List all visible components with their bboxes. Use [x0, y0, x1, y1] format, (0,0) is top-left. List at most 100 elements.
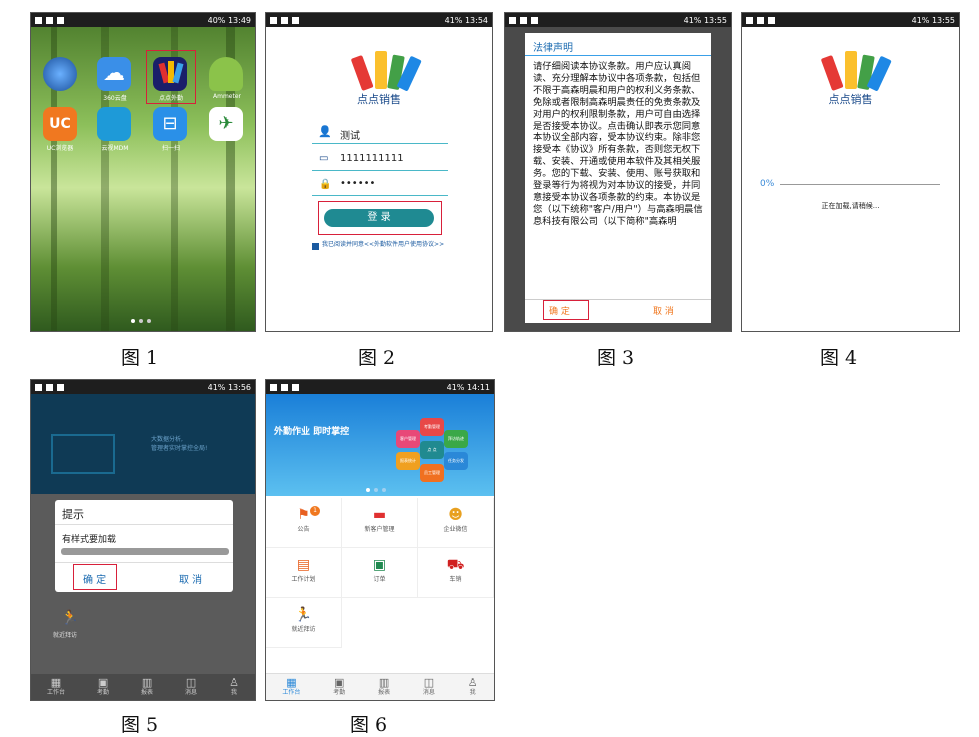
caption: 图 2 [358, 347, 396, 369]
app-name: 点点销售 [357, 93, 401, 106]
cloud-icon[interactable]: ☁ [97, 57, 131, 91]
tab-label: 我 [469, 689, 476, 696]
caption: 图 6 [350, 714, 388, 736]
divider [312, 143, 448, 144]
phone-icon: ▭ [319, 153, 329, 164]
screenshot-login: 41% 13:54 点点销售 👤 测试 ▭ 1111111111 🔒 •••••… [265, 12, 493, 332]
tab-attendance[interactable]: ▣ 考勤 [97, 677, 109, 697]
feature-order[interactable]: ▣ 订单 [342, 548, 418, 598]
feature-car[interactable]: ⛟ 车销 [418, 548, 494, 598]
status-bar: 41% 13:55 [742, 13, 959, 27]
feature-wechat[interactable]: ☻ 企业微信 [418, 498, 494, 548]
tab-me[interactable]: ♙ 我 [468, 677, 478, 697]
reports-icon: ▥ [378, 676, 390, 689]
feature-label: 订单 [373, 576, 386, 583]
hex-task: 任务分发 [444, 452, 468, 470]
clock: 13:54 [464, 15, 488, 25]
feature-plan[interactable]: ▤ 工作计划 [266, 548, 342, 598]
progress-bar [780, 184, 940, 185]
agree-checkbox[interactable] [312, 243, 319, 250]
tab-attendance[interactable]: ▣ 考勤 [333, 677, 345, 697]
notification-badge: 1 [310, 506, 320, 516]
tab-label: 考勤 [97, 689, 110, 696]
hex-diagram: 考勤管理 拜访轨迹 客户管理 任务分发 报表统计 员工管理 点 点 [394, 418, 470, 484]
cancel-button[interactable]: 取 消 [653, 304, 674, 317]
battery-level: 41% [446, 382, 465, 392]
workbench-icon: ▦ [286, 676, 297, 689]
attendance-icon: ▣ [97, 676, 109, 689]
app-logo-icon [820, 49, 892, 92]
username-field[interactable]: 测试 [340, 127, 360, 142]
highlight-box [543, 300, 589, 320]
plan-icon: ▤ [296, 557, 311, 573]
divider [312, 195, 448, 196]
mdm-icon[interactable] [97, 107, 131, 141]
prompt-dialog: 提示 有样式要加载 确 定 取 消 [55, 500, 233, 592]
divider [55, 524, 233, 525]
hex-customer: 客户管理 [396, 430, 420, 448]
lock-icon: 🔒 [319, 179, 332, 190]
tab-label: 工作台 [47, 689, 66, 696]
tab-reports[interactable]: ▥ 报表 [378, 677, 390, 697]
device-illustration-icon [51, 434, 115, 474]
tab-reports[interactable]: ▥ 报表 [141, 677, 153, 697]
battery-level: 41% [911, 15, 930, 25]
feature-visit[interactable]: 🏃 就近拜访 [266, 598, 342, 648]
messages-icon: ◫ [185, 676, 197, 689]
tab-bar: ▦ 工作台 ▣ 考勤 ▥ 报表 ◫ 消息 ♙ 我 [31, 674, 255, 700]
phone-field[interactable]: 1111111111 [340, 153, 404, 164]
dialog-body: 请仔细阅读本协议条款。用户应认真阅读、充分理解本协议中各项条款，包括但不限于高森… [533, 61, 703, 227]
highlight-box [73, 564, 117, 590]
walk-icon[interactable]: 🏃 [61, 610, 78, 626]
new-customer-icon: ▬ [372, 507, 387, 523]
uc-icon[interactable]: UC [43, 107, 77, 141]
cancel-button[interactable]: 取 消 [179, 571, 202, 586]
android-icon[interactable] [209, 57, 243, 91]
caption: 图 5 [121, 714, 159, 736]
wechat-icon: ☻ [448, 507, 463, 523]
battery-level: 40% [207, 15, 226, 25]
tab-workbench[interactable]: ▦ 工作台 [47, 677, 65, 697]
hex-staff: 员工管理 [420, 464, 444, 482]
tab-workbench[interactable]: ▦ 工作台 [282, 677, 300, 697]
plane-icon[interactable]: ✈ [209, 107, 243, 141]
tab-bar: ▦ 工作台 ▣ 考勤 ▥ 报表 ◫ 消息 ♙ 我 [266, 673, 494, 700]
hex-attendance: 考勤管理 [420, 418, 444, 436]
legal-dialog: 法律声明 请仔细阅读本协议条款。用户应认真阅读、充分理解本协议中各项条款，包括但… [525, 33, 711, 323]
hex-visit: 拜访轨迹 [444, 430, 468, 448]
hex-center: 点 点 [420, 441, 444, 459]
feature-announcement[interactable]: ⚑ 公告 [266, 498, 342, 548]
tab-label: 消息 [185, 689, 198, 696]
divider [525, 55, 711, 56]
loading-bar [61, 548, 229, 555]
app-label: 点点外勤 [158, 95, 183, 102]
feature-new-customer[interactable]: ▬ 新客户管理 [342, 498, 418, 548]
hex-report: 报表统计 [396, 452, 420, 470]
status-bar: 41% 13:56 [31, 380, 255, 394]
feature-label: 就近拜访 [291, 626, 316, 633]
tab-label: 我 [230, 689, 237, 696]
dialog-title: 提示 [62, 508, 84, 521]
tab-label: 报表 [378, 689, 391, 696]
agree-text[interactable]: 我已阅读并同意<<外勤软件用户使用协议>> [322, 241, 452, 248]
globe-icon[interactable] [43, 57, 77, 91]
app-label: Ammeter [213, 93, 241, 100]
clock: 13:55 [931, 15, 955, 25]
caption: 图 3 [597, 347, 635, 369]
tab-label: 工作台 [282, 689, 301, 696]
battery-level: 41% [683, 15, 702, 25]
tab-me[interactable]: ♙ 我 [229, 677, 239, 697]
divider [312, 170, 448, 171]
tab-messages[interactable]: ◫ 消息 [423, 677, 435, 697]
password-field[interactable]: •••••• [340, 178, 375, 189]
app-logo-icon [350, 49, 422, 92]
caption: 图 4 [820, 347, 858, 369]
workbench-icon: ▦ [50, 676, 62, 689]
app-name: 点点销售 [828, 93, 873, 106]
tab-messages[interactable]: ◫ 消息 [185, 677, 197, 697]
loading-message: 正在加载,请稍候... [821, 202, 880, 210]
feature-label: 公告 [297, 526, 310, 533]
app-label: 360云盘 [103, 95, 127, 102]
progress-percent: 0% [760, 179, 775, 189]
scan-icon[interactable]: ⊟ [153, 107, 187, 141]
